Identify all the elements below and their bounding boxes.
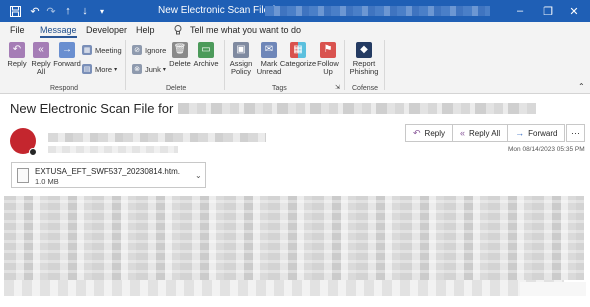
reply-all-button[interactable]: « Reply All xyxy=(30,42,52,76)
reply-icon: ↶ xyxy=(9,42,25,58)
categorize-icon: ▦ xyxy=(290,42,306,58)
redacted-message-body-tail xyxy=(4,280,564,296)
policy-icon: ▣ xyxy=(233,42,249,58)
report-phishing-label: Report Phishing xyxy=(349,59,379,76)
tab-help[interactable]: Help xyxy=(136,25,155,35)
reply-all-icon: « xyxy=(460,128,466,138)
attachment-name: EXTUSA_EFT_SWF537_20230814.htm. xyxy=(35,167,180,176)
redacted-recipients xyxy=(48,146,178,153)
junk-icon: ⊗ xyxy=(132,64,142,74)
more-actions-button[interactable]: ··· xyxy=(566,124,585,142)
junk-label: Junk xyxy=(145,64,161,74)
undo-icon[interactable]: ↶ xyxy=(28,4,42,18)
more-respond-button[interactable]: ▤ More ▾ xyxy=(82,64,117,74)
attachment-card[interactable]: EXTUSA_EFT_SWF537_20230814.htm. 1.0 MB ⌄ xyxy=(11,162,206,188)
follow-up-button[interactable]: ⚑ Follow Up xyxy=(316,42,340,76)
categorize-label: Categorize xyxy=(279,59,317,68)
reply-all-icon: « xyxy=(33,42,49,58)
ribbon-divider xyxy=(384,40,385,90)
archive-button[interactable]: ▭ Archive xyxy=(193,42,219,68)
ignore-label: Ignore xyxy=(145,45,167,55)
envelope-icon: ✉ xyxy=(261,42,277,58)
redacted-message-body xyxy=(4,196,584,280)
title-bar: ↶ ↷ ↑ ↓ ▾ New Electronic Scan File for –… xyxy=(0,0,590,22)
meeting-icon: ▦ xyxy=(82,45,92,55)
more-label: More xyxy=(95,64,113,74)
ignore-icon: ⊘ xyxy=(132,45,142,55)
reply-action-label: Reply xyxy=(424,128,445,138)
report-phishing-button[interactable]: ◆ Report Phishing xyxy=(348,42,380,76)
junk-button[interactable]: ⊗ Junk ▾ xyxy=(132,64,166,74)
group-label-delete: Delete xyxy=(166,85,187,92)
message-subject: New Electronic Scan File for xyxy=(10,101,174,116)
up-arrow-icon[interactable]: ↑ xyxy=(61,4,75,18)
chevron-down-icon: ▾ xyxy=(114,66,118,73)
categorize-button[interactable]: ▦ Categorize xyxy=(279,42,317,68)
ribbon-divider xyxy=(224,40,225,90)
lightbulb-icon xyxy=(174,25,182,37)
ribbon: ↶ Reply « Reply All → Forward ▦ Meeting … xyxy=(0,38,590,94)
mark-unread-button[interactable]: ✉ Mark Unread xyxy=(256,42,282,76)
ribbon-divider xyxy=(125,40,126,90)
reply-all-action-button[interactable]: « Reply All xyxy=(453,125,509,141)
redacted-title xyxy=(265,6,490,16)
close-button[interactable]: ✕ xyxy=(562,3,586,19)
reply-action-button[interactable]: ↶ Reply xyxy=(406,125,453,141)
redacted-sender xyxy=(48,133,266,142)
collapse-ribbon-icon[interactable]: ⌃ xyxy=(578,82,585,91)
flag-icon: ⚑ xyxy=(320,42,336,58)
message-actions: ↶ Reply « Reply All → Forward xyxy=(405,124,566,142)
follow-up-label: Follow Up xyxy=(317,59,339,76)
delete-button[interactable]: 🗑 Delete xyxy=(168,42,192,68)
reply-all-action-label: Reply All xyxy=(469,128,501,138)
body-gap xyxy=(520,282,586,296)
dialog-launcher-icon[interactable]: ⇲ xyxy=(335,84,340,91)
forward-icon: → xyxy=(59,42,75,58)
meeting-label: Meeting xyxy=(95,45,122,55)
tab-file[interactable]: File xyxy=(10,25,25,35)
forward-icon: → xyxy=(515,128,525,138)
phishing-fish-icon: ◆ xyxy=(356,42,372,58)
reply-label: Reply xyxy=(7,59,27,68)
message-date: Mon 08/14/2023 05:35 PM xyxy=(508,146,585,153)
meeting-button[interactable]: ▦ Meeting xyxy=(82,45,122,55)
tell-me-search[interactable]: Tell me what you want to do xyxy=(190,25,301,35)
redo-icon[interactable]: ↷ xyxy=(44,4,58,18)
minimize-button[interactable]: – xyxy=(508,3,532,19)
ribbon-tabs: File Message Developer Help Tell me what… xyxy=(0,22,590,38)
ignore-button[interactable]: ⊘ Ignore xyxy=(132,45,166,55)
forward-button[interactable]: → Forward xyxy=(53,42,81,68)
group-label-cofense: Cofense xyxy=(352,85,379,92)
file-icon xyxy=(17,168,29,183)
reply-button[interactable]: ↶ Reply xyxy=(6,42,28,68)
archive-label: Archive xyxy=(193,59,219,68)
reply-all-label: Reply All xyxy=(31,59,51,76)
forward-label: Forward xyxy=(53,59,81,68)
mark-unread-label: Mark Unread xyxy=(256,59,282,76)
reply-icon: ↶ xyxy=(413,127,421,138)
ribbon-divider xyxy=(344,40,345,90)
restore-button[interactable]: ❐ xyxy=(536,3,560,19)
more-icon: ▤ xyxy=(82,64,92,74)
trash-icon: 🗑 xyxy=(172,42,188,58)
attachment-size: 1.0 MB xyxy=(35,177,59,186)
down-arrow-icon[interactable]: ↓ xyxy=(78,4,92,18)
customize-qat-icon[interactable]: ▾ xyxy=(95,4,109,18)
delete-label: Delete xyxy=(169,59,191,68)
presence-indicator xyxy=(29,148,37,156)
assign-policy-label: Assign Policy xyxy=(229,59,253,76)
chevron-down-icon[interactable]: ⌄ xyxy=(195,171,202,180)
forward-action-label: Forward xyxy=(528,128,558,138)
tab-message[interactable]: Message xyxy=(40,25,77,38)
chevron-down-icon: ▾ xyxy=(162,66,166,73)
tab-developer[interactable]: Developer xyxy=(86,25,127,35)
group-label-respond: Respond xyxy=(50,85,79,92)
redacted-subject xyxy=(178,103,536,114)
forward-action-button[interactable]: → Forward xyxy=(508,125,564,141)
group-label-tags: Tags xyxy=(272,85,287,92)
archive-icon: ▭ xyxy=(198,42,214,58)
save-icon[interactable] xyxy=(8,4,22,18)
assign-policy-button[interactable]: ▣ Assign Policy xyxy=(228,42,254,76)
